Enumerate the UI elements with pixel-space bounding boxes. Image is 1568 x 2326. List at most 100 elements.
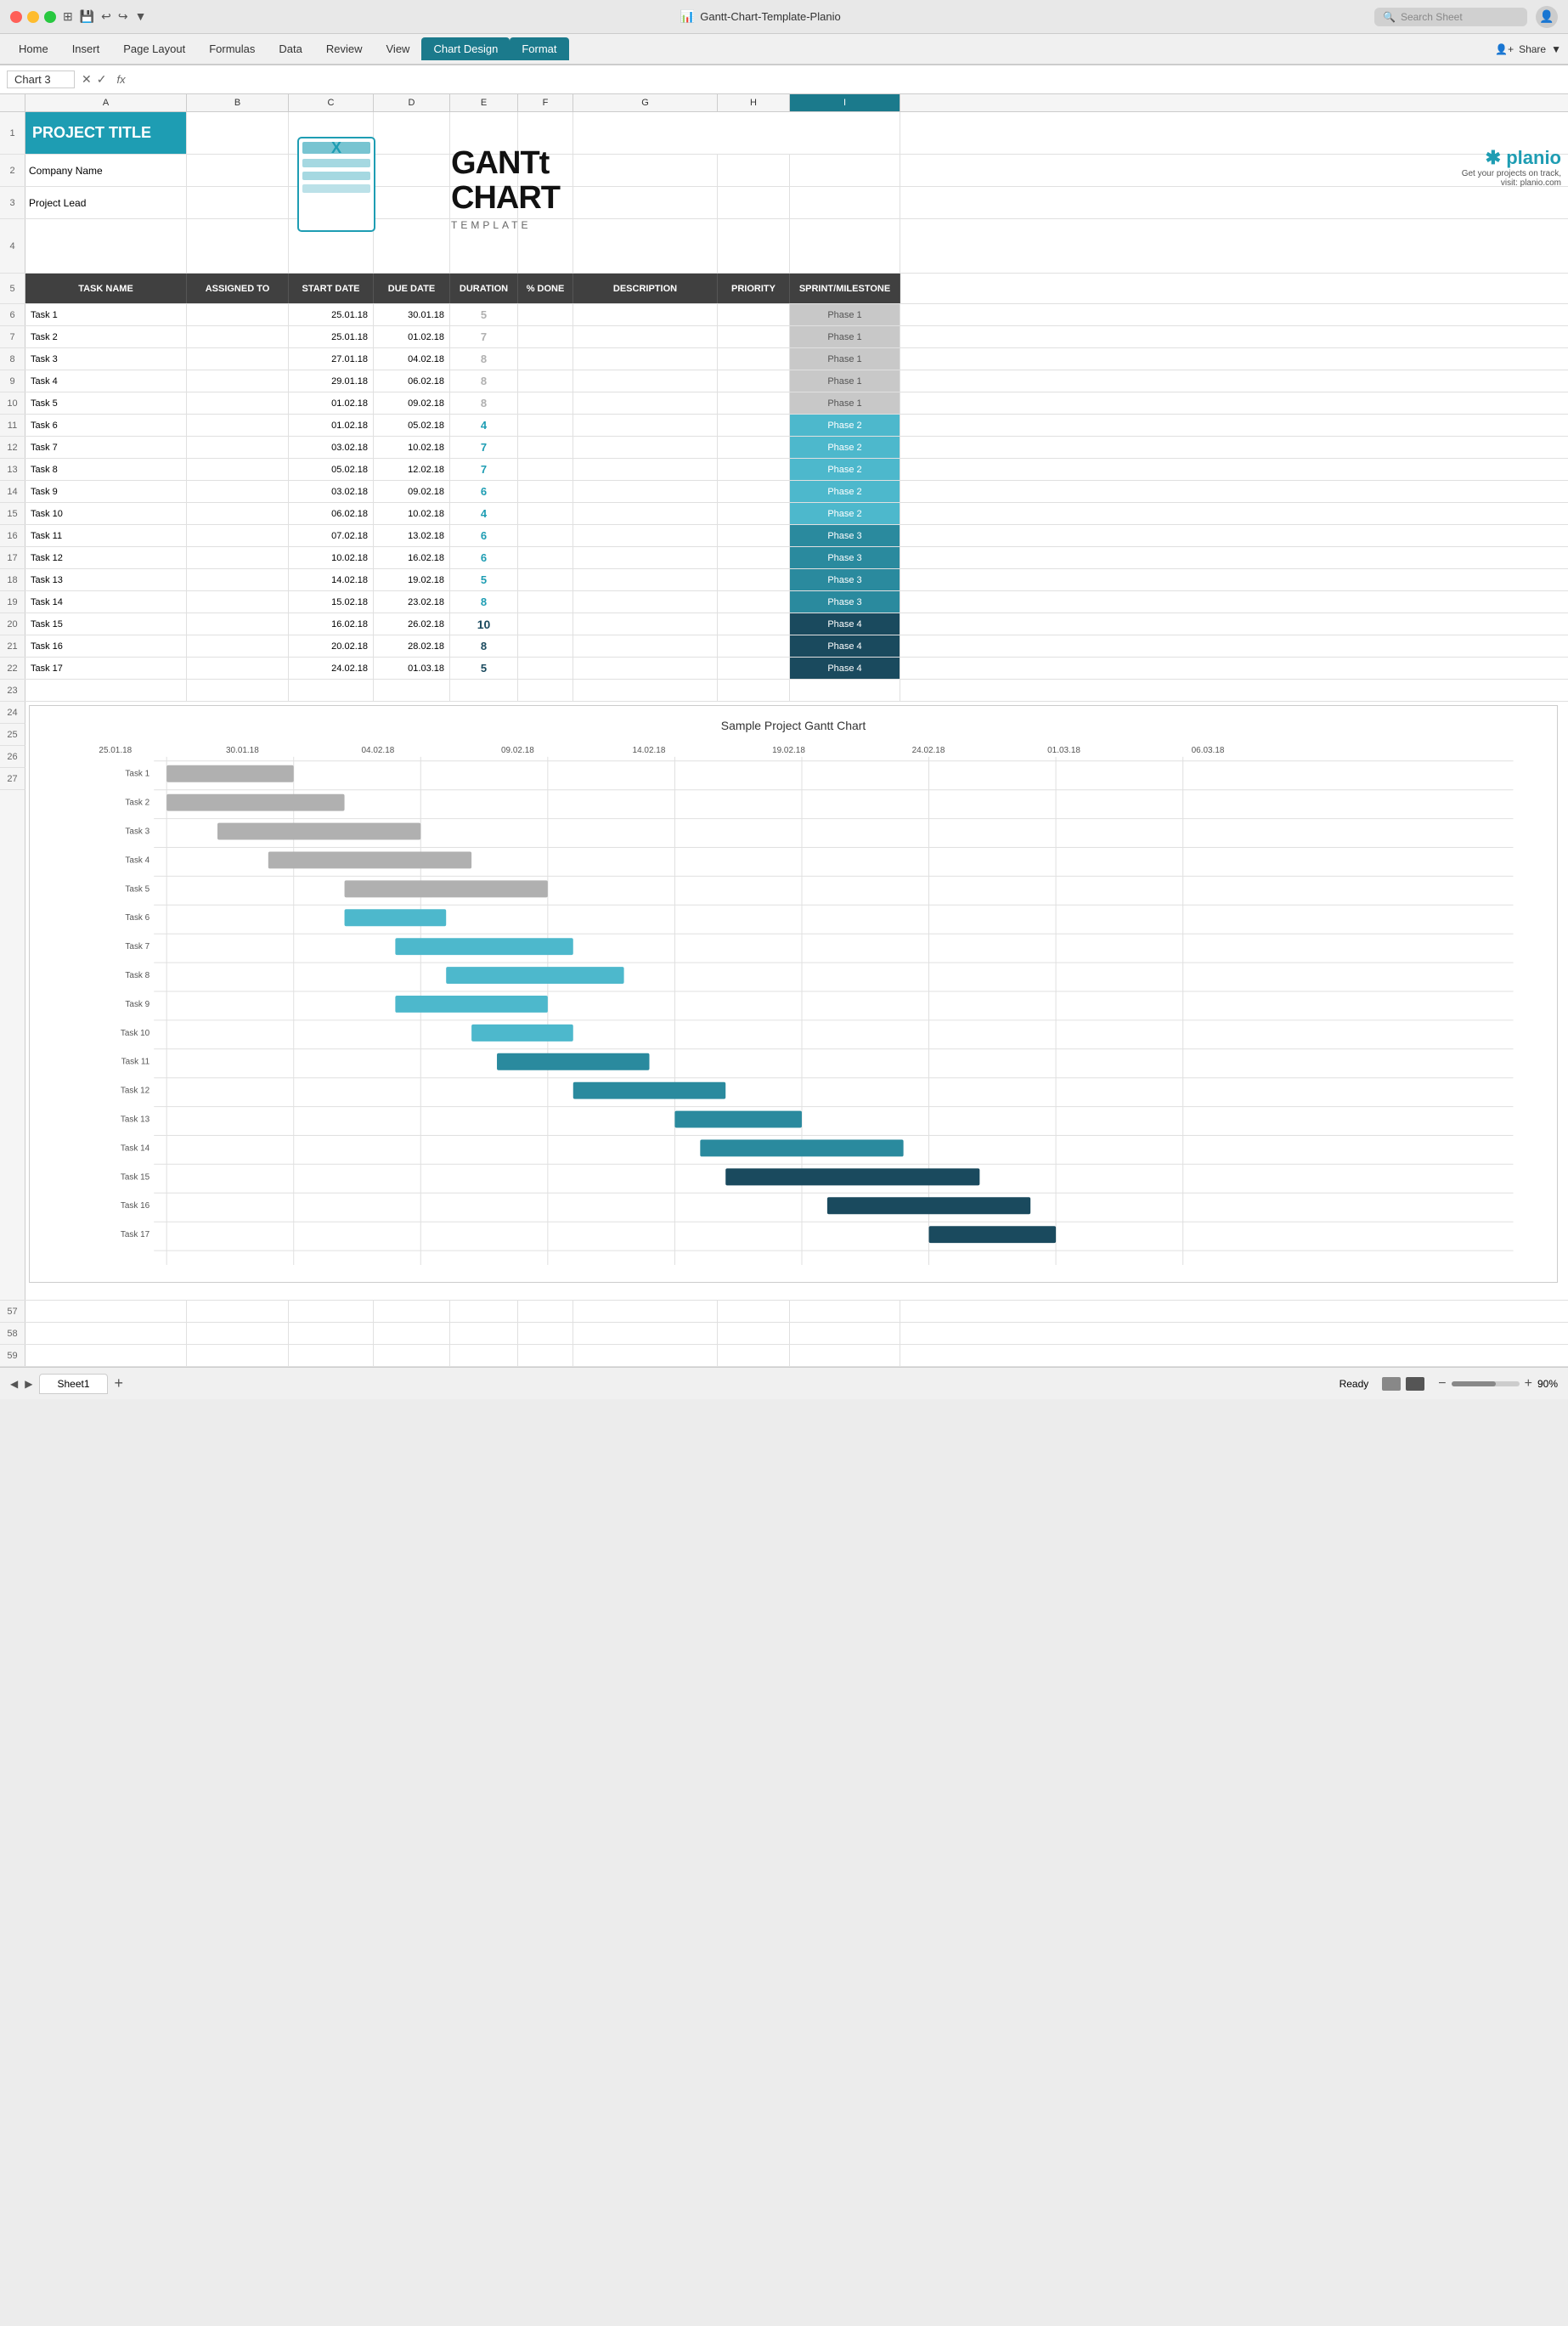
cell-14C-start[interactable]: 03.02.18 <box>289 481 374 502</box>
cell-19H-priority[interactable] <box>718 591 790 613</box>
cell-project-title[interactable]: PROJECT TITLE <box>25 112 187 154</box>
zoom-out-button[interactable]: − <box>1438 1376 1446 1392</box>
cell-23G[interactable] <box>573 680 718 701</box>
cell-59I[interactable] <box>790 1345 900 1366</box>
cell-14D-due[interactable]: 09.02.18 <box>374 481 450 502</box>
cell-6F-percent[interactable] <box>518 304 573 325</box>
cell-57I[interactable] <box>790 1301 900 1322</box>
cell-23A[interactable] <box>25 680 187 701</box>
col-header-D[interactable]: D <box>374 94 450 111</box>
cell-23E[interactable] <box>450 680 518 701</box>
cell-7I-sprint[interactable]: Phase 1 <box>790 326 900 347</box>
chart-content-wrapper[interactable]: Sample Project Gantt Chart 25.01.18 30.0… <box>25 702 1568 1300</box>
cell-13A-task-name[interactable]: Task 8 <box>25 459 187 480</box>
cell-12A-task-name[interactable]: Task 7 <box>25 437 187 458</box>
cell-8H-priority[interactable] <box>718 348 790 370</box>
cell-13G-desc[interactable] <box>573 459 718 480</box>
cell-20A-task-name[interactable]: Task 15 <box>25 613 187 635</box>
tab-formulas[interactable]: Formulas <box>197 37 267 60</box>
cell-12H-priority[interactable] <box>718 437 790 458</box>
cell-6G-desc[interactable] <box>573 304 718 325</box>
cell-6D-due[interactable]: 30.01.18 <box>374 304 450 325</box>
cell-10B[interactable] <box>187 392 289 414</box>
cell-15C-start[interactable]: 06.02.18 <box>289 503 374 524</box>
cell-6E-duration[interactable]: 5 <box>450 304 518 325</box>
cell-15H-priority[interactable] <box>718 503 790 524</box>
cell-21E-duration[interactable]: 8 <box>450 635 518 657</box>
cell-14E-duration[interactable]: 6 <box>450 481 518 502</box>
cell-9B[interactable] <box>187 370 289 392</box>
cell-12G-desc[interactable] <box>573 437 718 458</box>
cell-19F-percent[interactable] <box>518 591 573 613</box>
col-header-E[interactable]: E <box>450 94 518 111</box>
cell-7A-task-name[interactable]: Task 2 <box>25 326 187 347</box>
cell-22E-duration[interactable]: 5 <box>450 658 518 679</box>
col-header-H[interactable]: H <box>718 94 790 111</box>
minimize-button[interactable] <box>27 11 39 23</box>
cell-16E-duration[interactable]: 6 <box>450 525 518 546</box>
cell-20I-sprint[interactable]: Phase 4 <box>790 613 900 635</box>
cell-21G-desc[interactable] <box>573 635 718 657</box>
cell-10I-sprint[interactable]: Phase 1 <box>790 392 900 414</box>
cell-18H-priority[interactable] <box>718 569 790 590</box>
cell-11C-start[interactable]: 01.02.18 <box>289 415 374 436</box>
cell-17B[interactable] <box>187 547 289 568</box>
cell-58F[interactable] <box>518 1323 573 1344</box>
cell-20H-priority[interactable] <box>718 613 790 635</box>
cell-58B[interactable] <box>187 1323 289 1344</box>
cell-11B[interactable] <box>187 415 289 436</box>
cell-13B[interactable] <box>187 459 289 480</box>
cell-16D-due[interactable]: 13.02.18 <box>374 525 450 546</box>
cell-57E[interactable] <box>450 1301 518 1322</box>
cell-19C-start[interactable]: 15.02.18 <box>289 591 374 613</box>
toolbar-icon-more[interactable]: ▼ <box>135 9 147 24</box>
cell-22B[interactable] <box>187 658 289 679</box>
cell-7C-start[interactable]: 25.01.18 <box>289 326 374 347</box>
cell-13F-percent[interactable] <box>518 459 573 480</box>
cell-57D[interactable] <box>374 1301 450 1322</box>
cell-14H-priority[interactable] <box>718 481 790 502</box>
col-header-B[interactable]: B <box>187 94 289 111</box>
cell-10F-percent[interactable] <box>518 392 573 414</box>
tab-review[interactable]: Review <box>314 37 375 60</box>
cell-4A[interactable] <box>25 219 187 273</box>
cell-57B[interactable] <box>187 1301 289 1322</box>
cell-22D-due[interactable]: 01.03.18 <box>374 658 450 679</box>
toolbar-icon-redo[interactable]: ↪ <box>118 9 128 24</box>
cell-20G-desc[interactable] <box>573 613 718 635</box>
cell-18B[interactable] <box>187 569 289 590</box>
cell-reference[interactable]: Chart 3 <box>7 71 75 88</box>
cell-19D-due[interactable]: 23.02.18 <box>374 591 450 613</box>
cell-14B[interactable] <box>187 481 289 502</box>
cell-12F-percent[interactable] <box>518 437 573 458</box>
cell-16B[interactable] <box>187 525 289 546</box>
cell-10A-task-name[interactable]: Task 5 <box>25 392 187 414</box>
cell-17G-desc[interactable] <box>573 547 718 568</box>
cell-11I-sprint[interactable]: Phase 2 <box>790 415 900 436</box>
tab-chart-design[interactable]: Chart Design <box>421 37 510 60</box>
cell-13E-duration[interactable]: 7 <box>450 459 518 480</box>
cell-22A-task-name[interactable]: Task 17 <box>25 658 187 679</box>
cell-17I-sprint[interactable]: Phase 3 <box>790 547 900 568</box>
user-avatar[interactable]: 👤 <box>1536 6 1558 28</box>
cell-14A-task-name[interactable]: Task 9 <box>25 481 187 502</box>
cell-6A-task-name[interactable]: Task 1 <box>25 304 187 325</box>
next-sheet-button[interactable]: ▶ <box>25 1378 32 1390</box>
cell-20C-start[interactable]: 16.02.18 <box>289 613 374 635</box>
cell-15I-sprint[interactable]: Phase 2 <box>790 503 900 524</box>
cell-8I-sprint[interactable]: Phase 1 <box>790 348 900 370</box>
cell-19E-duration[interactable]: 8 <box>450 591 518 613</box>
cell-16I-sprint[interactable]: Phase 3 <box>790 525 900 546</box>
tab-view[interactable]: View <box>375 37 422 60</box>
cell-58A[interactable] <box>25 1323 187 1344</box>
cell-22F-percent[interactable] <box>518 658 573 679</box>
cell-17E-duration[interactable]: 6 <box>450 547 518 568</box>
cell-15G-desc[interactable] <box>573 503 718 524</box>
tab-data[interactable]: Data <box>267 37 313 60</box>
cell-20E-duration[interactable]: 10 <box>450 613 518 635</box>
cell-59E[interactable] <box>450 1345 518 1366</box>
cell-20D-due[interactable]: 26.02.18 <box>374 613 450 635</box>
cell-16F-percent[interactable] <box>518 525 573 546</box>
cell-11G-desc[interactable] <box>573 415 718 436</box>
col-header-C[interactable]: C <box>289 94 374 111</box>
